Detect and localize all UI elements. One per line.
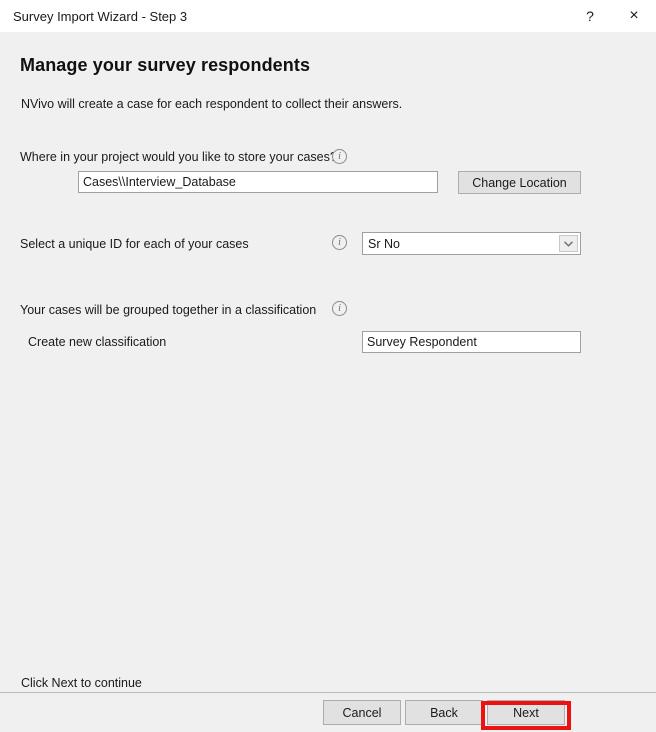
close-icon: × (629, 7, 639, 24)
create-classification-label: Create new classification (28, 335, 167, 349)
unique-id-selected-value: Sr No (368, 236, 400, 251)
classification-label: Your cases will be grouped together in a… (20, 303, 317, 317)
window-titlebar: Survey Import Wizard - Step 3 ? × (0, 0, 656, 32)
storage-location-input[interactable] (78, 171, 438, 193)
help-button[interactable]: ? (568, 0, 612, 32)
unique-id-dropdown[interactable]: Sr No (362, 232, 581, 255)
info-icon-location[interactable]: i (332, 149, 347, 164)
page-title: Manage your survey respondents (20, 55, 311, 75)
question-mark-icon: ? (586, 8, 594, 24)
info-icon-classification[interactable]: i (332, 301, 347, 316)
cancel-button[interactable]: Cancel (323, 700, 401, 725)
wizard-content: Manage your survey respondents NVivo wil… (0, 32, 656, 687)
change-location-button[interactable]: Change Location (458, 171, 581, 194)
close-button[interactable]: × (612, 0, 656, 32)
page-description: NVivo will create a case for each respon… (21, 97, 403, 111)
new-classification-input[interactable] (362, 331, 581, 353)
status-text: Click Next to continue (21, 676, 142, 690)
chevron-down-icon[interactable] (559, 235, 578, 252)
unique-id-label: Select a unique ID for each of your case… (20, 237, 249, 251)
back-button[interactable]: Back (405, 700, 483, 725)
window-title: Survey Import Wizard - Step 3 (13, 8, 188, 24)
next-button[interactable]: Next (487, 700, 565, 725)
info-icon-unique-id[interactable]: i (332, 235, 347, 250)
wizard-footer: Cancel Back Next (0, 693, 656, 732)
location-label: Where in your project would you like to … (20, 150, 337, 164)
